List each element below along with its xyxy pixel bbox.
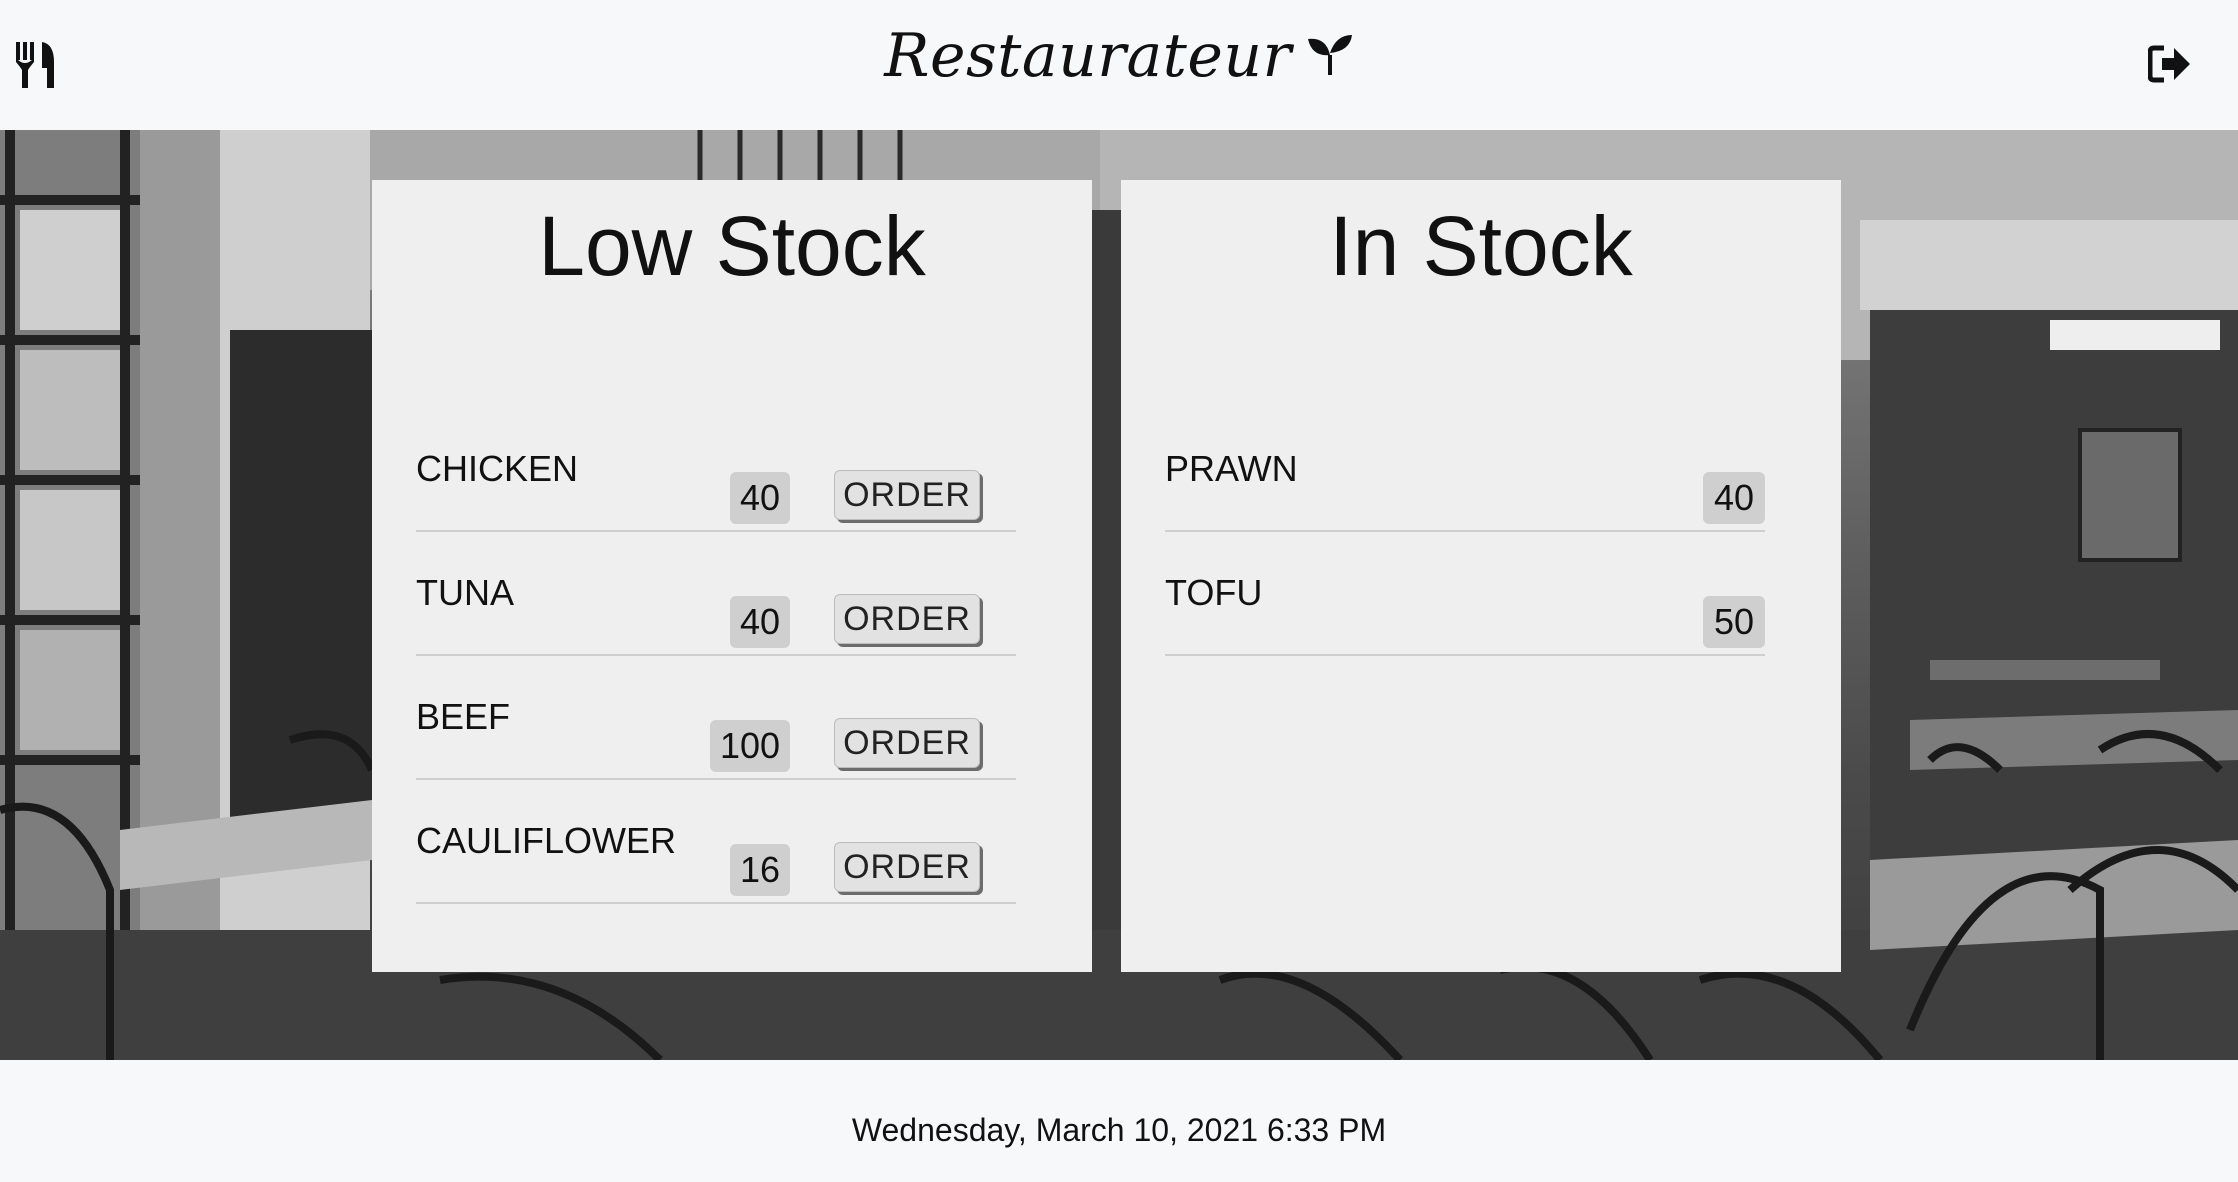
- order-button[interactable]: ORDER: [834, 718, 980, 768]
- low-stock-list: CHICKEN 40 ORDER TUNA 40 ORDER BEEF 100 …: [416, 408, 1016, 904]
- list-item: BEEF 100 ORDER: [416, 656, 1016, 780]
- quantity-badge: 40: [730, 472, 790, 524]
- brand: Restaurateur: [0, 0, 2238, 130]
- in-stock-list: PRAWN 40 TOFU 50: [1165, 408, 1765, 656]
- quantity-badge: 100: [710, 720, 790, 772]
- low-stock-panel: Low Stock CHICKEN 40 ORDER TUNA 40 ORDER…: [372, 180, 1092, 972]
- current-datetime: Wednesday, March 10, 2021 6:33 PM: [851, 1112, 1387, 1148]
- brand-name: Restaurateur: [884, 21, 1292, 91]
- order-button[interactable]: ORDER: [834, 842, 980, 892]
- list-item: CAULIFLOWER 16 ORDER: [416, 780, 1016, 904]
- quantity-badge: 16: [730, 844, 790, 896]
- list-item: TOFU 50: [1165, 532, 1765, 656]
- item-name: TUNA: [416, 572, 514, 613]
- leaf-icon: [1307, 35, 1352, 75]
- list-item: TUNA 40 ORDER: [416, 532, 1016, 656]
- item-name: CAULIFLOWER: [416, 820, 677, 861]
- list-item: PRAWN 40: [1165, 408, 1765, 532]
- app-footer: Wednesday, March 10, 2021 6:33 PM: [0, 1060, 2238, 1182]
- item-name: TOFU: [1165, 572, 1263, 613]
- logout-icon[interactable]: [2148, 44, 2192, 84]
- list-item: CHICKEN 40 ORDER: [416, 408, 1016, 532]
- in-stock-title: In Stock: [1329, 199, 1633, 293]
- order-button[interactable]: ORDER: [834, 470, 980, 520]
- restaurant-background: Low Stock CHICKEN 40 ORDER TUNA 40 ORDER…: [0, 130, 2238, 1060]
- app-header: Restaurateur: [0, 0, 2238, 130]
- item-name: CHICKEN: [416, 448, 579, 489]
- in-stock-panel: In Stock PRAWN 40 TOFU 50: [1121, 180, 1841, 972]
- quantity-badge: 50: [1703, 596, 1765, 648]
- restaurant-photo: [0, 130, 2238, 1060]
- item-name: BEEF: [416, 696, 511, 737]
- quantity-badge: 40: [730, 596, 790, 648]
- item-name: PRAWN: [1165, 448, 1298, 489]
- quantity-badge: 40: [1703, 472, 1765, 524]
- order-button[interactable]: ORDER: [834, 594, 980, 644]
- low-stock-title: Low Stock: [538, 199, 926, 293]
